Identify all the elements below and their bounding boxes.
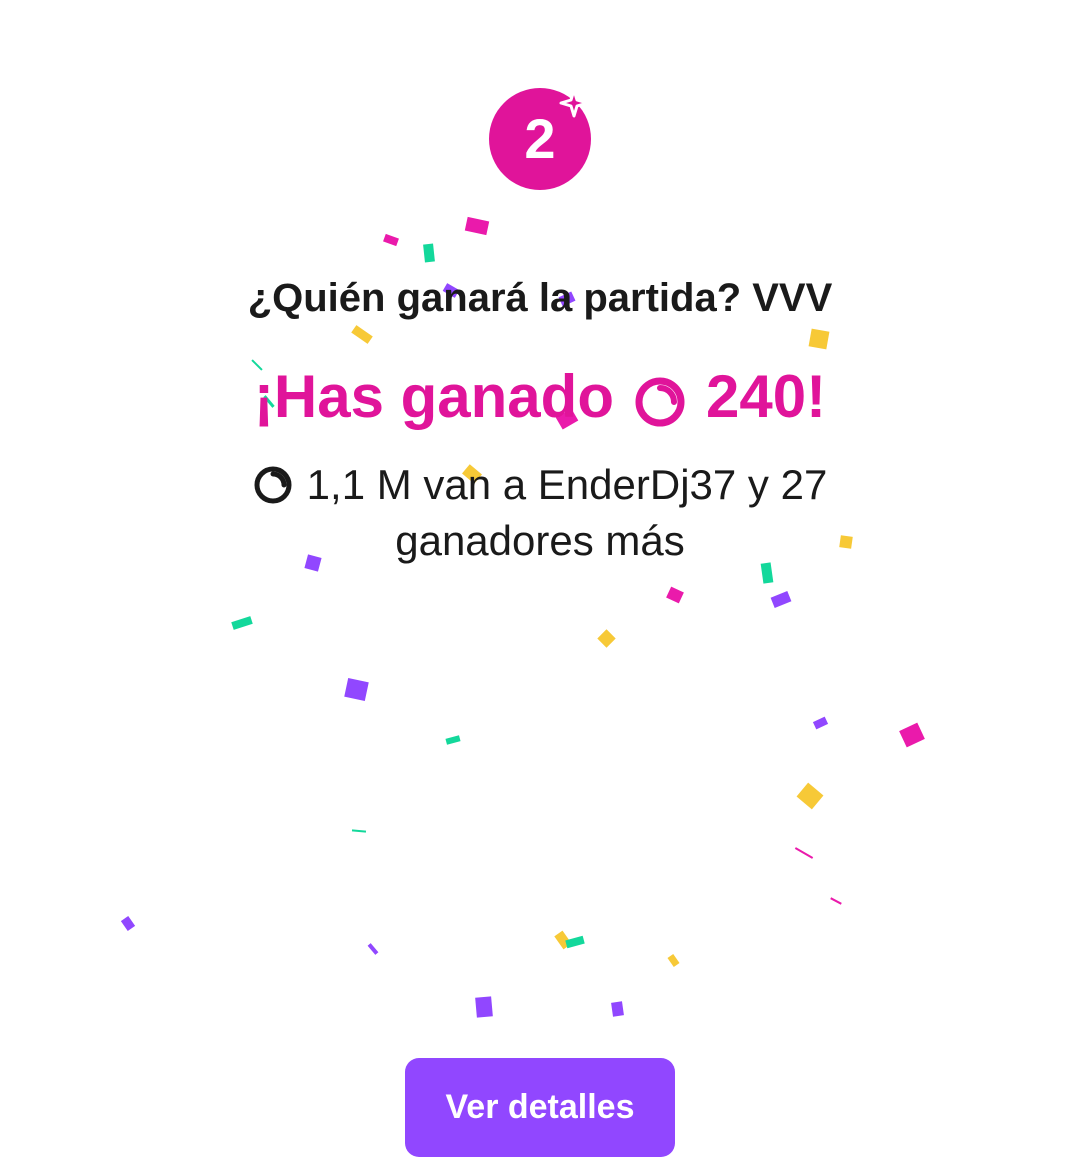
confetti-piece <box>667 953 680 968</box>
confetti-piece <box>597 629 616 648</box>
rank-badge-icon: 2 <box>488 84 598 194</box>
confetti-piece <box>344 678 369 701</box>
channel-points-icon <box>253 463 293 504</box>
view-details-button[interactable]: Ver detalles <box>405 1058 675 1157</box>
confetti-piece <box>808 328 830 350</box>
confetti-piece <box>611 1001 624 1017</box>
confetti-piece <box>464 216 490 236</box>
prediction-title: ¿Quién ganará la partida? VVV <box>247 276 833 320</box>
confetti-piece <box>899 722 925 748</box>
confetti-piece <box>351 829 367 833</box>
payout-summary: 1,1 M van a EnderDj37 y 27 ganadores más <box>190 457 890 569</box>
confetti-piece <box>794 847 814 859</box>
confetti-piece <box>666 586 684 604</box>
confetti-piece <box>120 916 136 931</box>
won-amount: 240! <box>705 363 827 430</box>
confetti-piece <box>423 243 435 263</box>
confetti-piece <box>796 782 824 810</box>
confetti-piece <box>367 943 379 955</box>
won-prefix: ¡Has ganado <box>253 363 614 430</box>
confetti-piece <box>770 591 792 608</box>
confetti-piece <box>351 325 373 344</box>
payout-text: 1,1 M van a EnderDj37 y 27 ganadores más <box>306 461 828 564</box>
confetti-piece <box>231 616 253 630</box>
confetti-piece <box>830 897 842 905</box>
channel-points-icon <box>634 371 686 427</box>
badge-number: 2 <box>524 107 555 170</box>
confetti-piece <box>445 735 461 745</box>
won-headline: ¡Has ganado 240! <box>140 360 940 434</box>
confetti-piece <box>812 716 829 730</box>
confetti-piece <box>475 996 493 1018</box>
confetti-piece <box>565 935 585 949</box>
confetti-piece <box>383 233 399 247</box>
